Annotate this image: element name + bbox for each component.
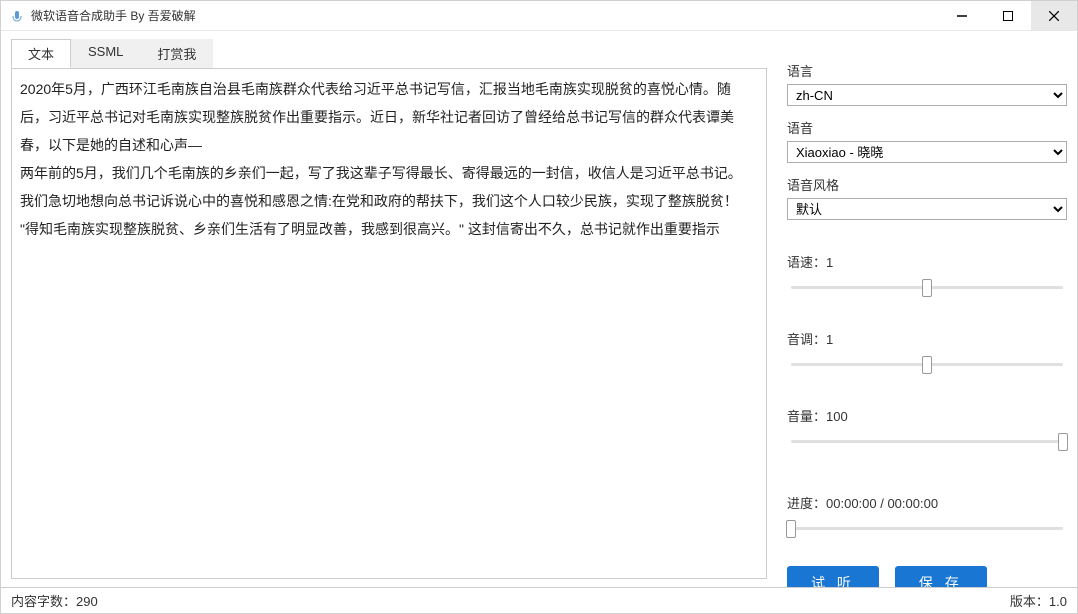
pitch-slider[interactable] [791, 354, 1063, 374]
text-input[interactable] [12, 69, 766, 578]
tab-ssml[interactable]: SSML [71, 39, 140, 68]
rate-slider-thumb[interactable] [922, 279, 932, 297]
app-icon [9, 8, 25, 24]
pitch-slider-thumb[interactable] [922, 356, 932, 374]
char-count: 内容字数：290 [11, 591, 1010, 610]
titlebar: 微软语音合成助手 By 吾爱破解 [1, 1, 1077, 31]
left-panel: 文本 SSML 打赏我 [11, 39, 767, 579]
progress-slider-thumb[interactable] [786, 520, 796, 538]
statusbar: 内容字数：290 版本：1.0 [1, 587, 1077, 613]
tab-donate[interactable]: 打赏我 [140, 39, 213, 68]
version: 版本：1.0 [1010, 591, 1067, 610]
tab-text[interactable]: 文本 [11, 39, 71, 68]
volume-label: 音量：100 [787, 406, 1067, 425]
style-label: 语音风格 [787, 175, 1067, 194]
maximize-button[interactable] [985, 1, 1031, 31]
tab-bar: 文本 SSML 打赏我 [11, 39, 767, 69]
rate-slider[interactable] [791, 277, 1063, 297]
language-label: 语言 [787, 61, 1067, 80]
volume-slider-thumb[interactable] [1058, 433, 1068, 451]
progress-slider[interactable] [791, 518, 1063, 538]
close-button[interactable] [1031, 1, 1077, 31]
style-select[interactable]: 默认 [787, 198, 1067, 220]
window-controls [939, 1, 1077, 31]
minimize-button[interactable] [939, 1, 985, 31]
volume-slider[interactable] [791, 431, 1063, 451]
language-select[interactable]: zh-CN [787, 84, 1067, 106]
window-title: 微软语音合成助手 By 吾爱破解 [31, 7, 939, 24]
right-panel: 语言 zh-CN 语音 Xiaoxiao - 晓晓 语音风格 默认 语速：1 [767, 39, 1067, 579]
pitch-label: 音调：1 [787, 329, 1067, 348]
rate-label: 语速：1 [787, 252, 1067, 271]
progress-label: 进度：00:00:00 / 00:00:00 [787, 493, 1067, 512]
voice-select[interactable]: Xiaoxiao - 晓晓 [787, 141, 1067, 163]
voice-label: 语音 [787, 118, 1067, 137]
text-area-container [11, 68, 767, 579]
